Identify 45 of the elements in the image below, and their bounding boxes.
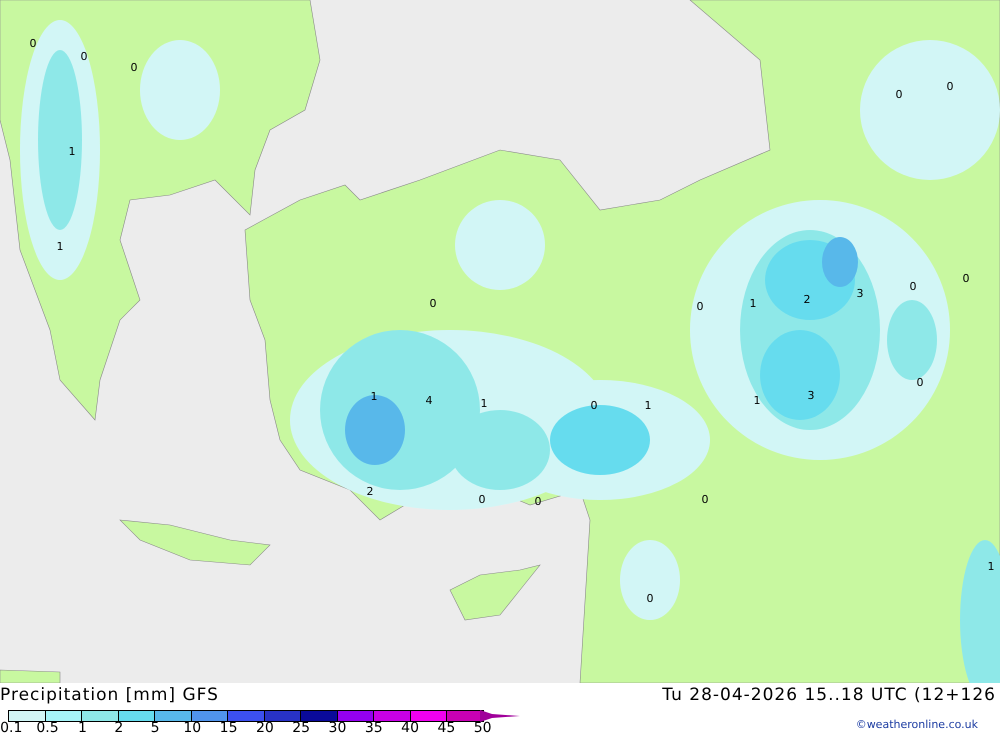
precipitation-value-label: 1 [68,145,76,158]
legend-tick-label: 1 [78,720,87,733]
legend-tick-label: 50 [474,720,492,733]
legend-tick-label: 15 [220,720,238,733]
valid-time: Tu 28-04-2026 15..18 UTC (12+126 [662,685,996,705]
legend-tick-label: 0.1 [0,720,22,733]
precipitation-value-label: 0 [916,376,924,390]
precipitation-value-label: 2 [366,485,374,498]
legend-tick-label: 35 [364,720,383,733]
precipitation-value-label: 0 [130,61,138,74]
legend-tick-label: 25 [292,720,310,733]
precipitation-value-label: 1 [988,560,994,574]
precipitation-value-label: 0 [80,50,88,64]
precipitation-value-label: 0 [702,493,708,506]
precipitation-value-label: 0 [430,297,436,310]
legend-tick-label: 10 [183,720,202,733]
precipitation-value-label: 4 [426,394,432,408]
precipitation-value-label: 1 [480,397,488,410]
precipitation-value-label: 0 [910,280,916,294]
copyright-link[interactable]: ©weatheronline.co.uk [856,718,978,731]
precipitation-value-label: 1 [754,394,760,408]
precipitation-value-label: 0 [896,88,902,102]
legend-tick-label: 30 [328,720,346,733]
precipitation-value-label: 0 [946,80,954,94]
precipitation-value-label: 1 [56,240,64,254]
precipitation-value-label: 3 [856,287,864,300]
precipitation-value-label: 0 [962,272,970,286]
legend-title: Precipitation [mm] GFS [0,685,219,705]
precipitation-value-label: 1 [644,399,652,412]
precipitation-value-label: 0 [590,399,598,412]
legend-tick-label: 45 [437,720,456,733]
legend-tick-label: 5 [150,720,160,733]
precipitation-value-label: 3 [808,389,814,402]
precipitation-value-label: 0 [30,37,36,50]
precipitation-value-label: 2 [804,293,810,306]
legend-tick-label: 40 [401,720,419,733]
legend-tick-label: 0.5 [36,720,59,733]
precipitation-value-label: 0 [534,495,542,508]
legend-tick-label: 2 [114,720,124,733]
precipitation-value-label: 0 [478,493,486,506]
precipitation-value-label: 1 [370,390,378,404]
precipitation-value-label: 0 [646,592,654,606]
legend-tick-label: 20 [256,720,274,733]
precipitation-value-label: 1 [750,297,756,310]
precipitation-value-label: 0 [696,300,704,314]
